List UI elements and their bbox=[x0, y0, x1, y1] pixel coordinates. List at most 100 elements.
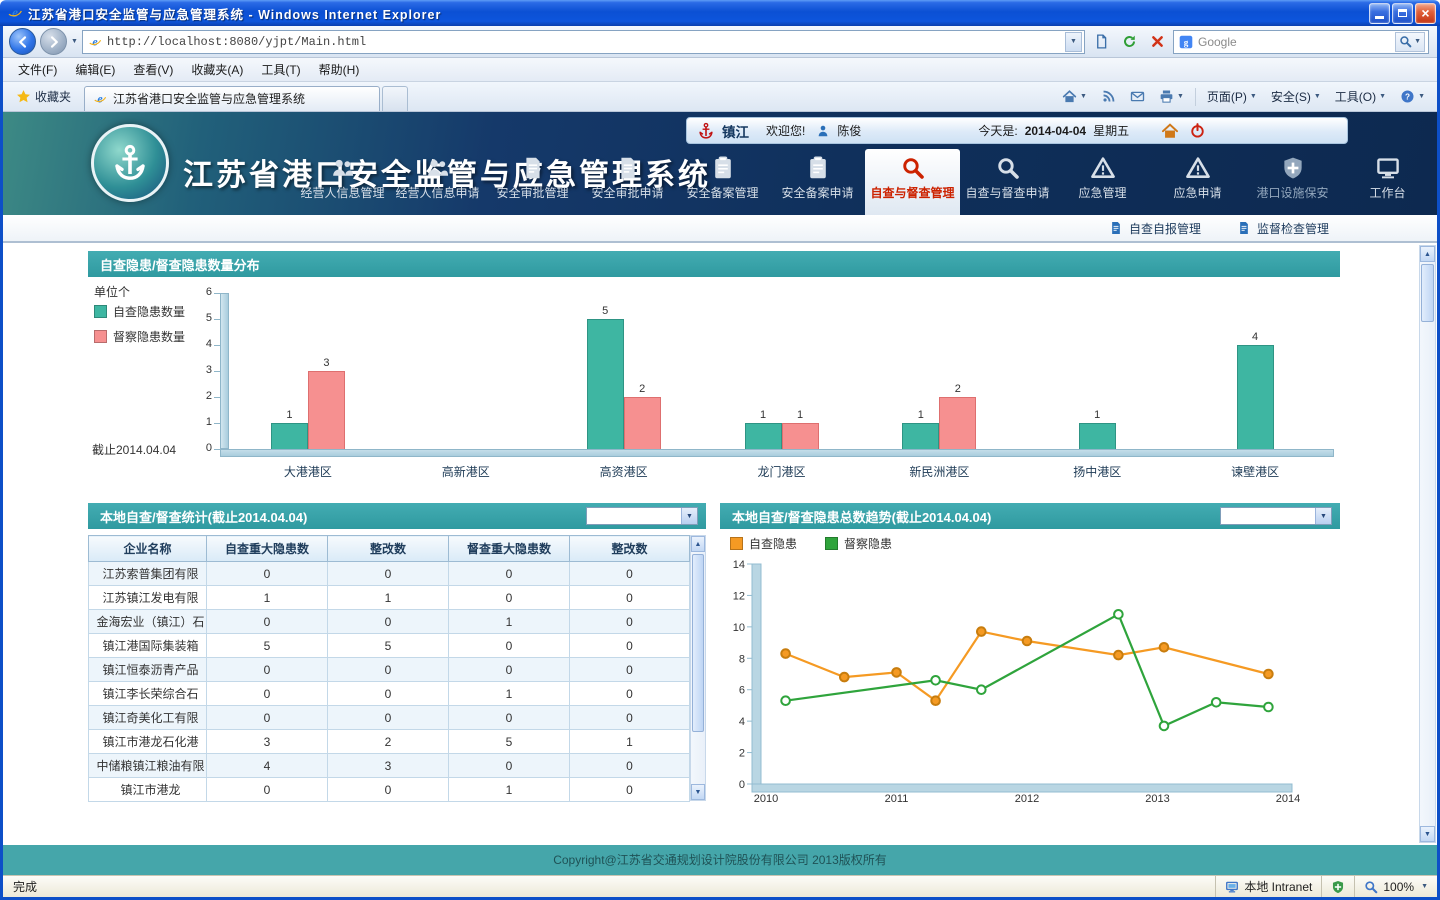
nav-item[interactable]: 应急申请 bbox=[1150, 149, 1245, 215]
address-input[interactable]: e http://localhost:8080/yjpt/Main.html ▼ bbox=[82, 30, 1085, 54]
back-button[interactable] bbox=[9, 28, 36, 55]
table-row[interactable]: 镇江市港龙石化港3251 bbox=[89, 730, 690, 754]
nav-item[interactable]: 工作台 bbox=[1340, 149, 1435, 215]
zoom-control[interactable]: 100% ▼ bbox=[1354, 876, 1437, 897]
print-button[interactable]: ▼ bbox=[1153, 86, 1190, 107]
subnav-item[interactable]: 监督检查管理 bbox=[1237, 220, 1329, 237]
table-row[interactable]: 金海宏业（镇江）石0010 bbox=[89, 610, 690, 634]
stop-button[interactable] bbox=[1145, 30, 1169, 54]
nav-item[interactable]: 港口设施保安 bbox=[1245, 149, 1340, 215]
data-point bbox=[931, 676, 940, 685]
clipboard-icon bbox=[711, 156, 735, 180]
search-placeholder: Google bbox=[1198, 35, 1390, 49]
close-button[interactable]: × bbox=[1415, 3, 1436, 24]
scroll-down-arrow-icon[interactable]: ▼ bbox=[1420, 826, 1435, 842]
scroll-up-arrow-icon[interactable]: ▲ bbox=[1420, 246, 1435, 262]
data-point bbox=[1114, 610, 1123, 619]
menu-item[interactable]: 帮助(H) bbox=[310, 58, 369, 81]
nav-item[interactable]: 自查与督查管理 bbox=[865, 149, 960, 215]
doc-icon bbox=[1237, 221, 1251, 235]
table-scrollbar-track[interactable] bbox=[691, 552, 705, 784]
address-bar: ▼ e http://localhost:8080/yjpt/Main.html… bbox=[3, 26, 1437, 58]
table-row[interactable]: 镇江恒泰沥青产品0000 bbox=[89, 658, 690, 682]
menu-item[interactable]: 文件(F) bbox=[9, 58, 66, 81]
search-go-button[interactable]: ▼ bbox=[1395, 32, 1425, 52]
menu-item[interactable]: 查看(V) bbox=[124, 58, 182, 81]
bar-category-row: 大港港区高新港区高资港区龙门港区新民洲港区扬中港区谏壁港区 bbox=[229, 463, 1334, 480]
search-input[interactable]: g Google ▼ bbox=[1173, 30, 1429, 54]
page-scrollbar[interactable]: ▲ ▼ bbox=[1419, 245, 1436, 843]
page-scrollbar-thumb[interactable] bbox=[1421, 264, 1434, 322]
magnifier-icon bbox=[901, 156, 925, 180]
statistics-filter-select[interactable]: ▼ bbox=[586, 507, 698, 525]
menu-item[interactable]: 工具(T) bbox=[252, 58, 309, 81]
portal-home-button[interactable] bbox=[1160, 121, 1180, 141]
y-axis-label: 3 bbox=[188, 364, 212, 376]
feeds-button[interactable] bbox=[1095, 86, 1122, 107]
nav-item[interactable]: 经营人信息管理 bbox=[295, 149, 390, 215]
page-favicon-icon: e bbox=[88, 35, 102, 49]
security-zone-indicator: 本地 Intranet bbox=[1215, 876, 1321, 897]
scroll-down-arrow-icon[interactable]: ▼ bbox=[691, 784, 705, 800]
page-menu-button[interactable]: 页面(P)▼ bbox=[1201, 85, 1263, 108]
subnav-item-label: 自查自报管理 bbox=[1129, 220, 1201, 237]
bar-group bbox=[387, 293, 545, 449]
history-dropdown[interactable]: ▼ bbox=[71, 38, 78, 45]
x-axis-baseline bbox=[752, 784, 1292, 792]
trend-filter-select[interactable]: ▼ bbox=[1220, 507, 1332, 525]
table-scrollbar-thumb[interactable] bbox=[692, 554, 704, 732]
table-scrollbar[interactable]: ▲ ▼ bbox=[690, 535, 706, 801]
subnav-item[interactable]: 自查自报管理 bbox=[1109, 220, 1201, 237]
table-row[interactable]: 镇江奇美化工有限0000 bbox=[89, 706, 690, 730]
nav-item[interactable]: 经营人信息申请 bbox=[390, 149, 485, 215]
menu-item[interactable]: 编辑(E) bbox=[66, 58, 124, 81]
favorites-button[interactable]: 收藏夹 bbox=[9, 85, 78, 108]
bar-category-label: 扬中港区 bbox=[1018, 463, 1176, 480]
logout-button[interactable] bbox=[1187, 121, 1207, 141]
forward-button[interactable] bbox=[40, 28, 67, 55]
table-row[interactable]: 江苏镇江发电有限1100 bbox=[89, 586, 690, 610]
cutoff-date-label: 截止2014.04.04 bbox=[92, 441, 176, 458]
maximize-button[interactable] bbox=[1392, 3, 1413, 24]
table-row[interactable]: 镇江港国际集装箱5500 bbox=[89, 634, 690, 658]
tools-menu-button[interactable]: 工具(O)▼ bbox=[1329, 85, 1392, 108]
bar: 2 bbox=[939, 397, 976, 449]
nav-item[interactable]: 自查与督查申请 bbox=[960, 149, 1055, 215]
bar-y-axis: 6543210 bbox=[188, 277, 214, 489]
help-button[interactable]: ?▼ bbox=[1394, 86, 1431, 107]
data-point bbox=[977, 627, 986, 636]
company-name-cell: 镇江恒泰沥青产品 bbox=[89, 658, 207, 682]
page-scrollbar-track[interactable] bbox=[1420, 262, 1435, 826]
compatibility-view-button[interactable] bbox=[1089, 30, 1113, 54]
new-tab-button[interactable] bbox=[382, 86, 408, 111]
nav-item[interactable]: 应急管理 bbox=[1055, 149, 1150, 215]
refresh-icon bbox=[1122, 34, 1137, 49]
table-row[interactable]: 江苏索普集团有限0000 bbox=[89, 562, 690, 586]
refresh-button[interactable] bbox=[1117, 30, 1141, 54]
table-row[interactable]: 镇江李长荣综合石0010 bbox=[89, 682, 690, 706]
value-cell: 0 bbox=[328, 706, 449, 730]
nav-item[interactable]: 安全审批申请 bbox=[580, 149, 675, 215]
portal-home-icon bbox=[1161, 122, 1179, 140]
company-name-cell: 镇江港国际集装箱 bbox=[89, 634, 207, 658]
date-label: 今天是: bbox=[978, 122, 1017, 139]
table-row[interactable]: 中储粮镇江粮油有限4300 bbox=[89, 754, 690, 778]
address-dropdown[interactable]: ▼ bbox=[1065, 32, 1082, 52]
read-mail-button[interactable] bbox=[1124, 86, 1151, 107]
table-row[interactable]: 镇江市港龙0010 bbox=[89, 778, 690, 802]
welcome-label: 欢迎您! bbox=[766, 122, 805, 139]
nav-item[interactable]: 安全备案申请 bbox=[770, 149, 865, 215]
scroll-up-arrow-icon[interactable]: ▲ bbox=[691, 536, 705, 552]
menu-item[interactable]: 收藏夹(A) bbox=[182, 58, 252, 81]
nav-item[interactable]: 安全审批管理 bbox=[485, 149, 580, 215]
value-cell: 0 bbox=[570, 562, 690, 586]
trend-panel: 本地自查/督查隐患总数趋势(截止2014.04.04) ▼ 自查隐患 督察隐患 … bbox=[720, 503, 1340, 809]
legend-item: 督察隐患数量 bbox=[94, 328, 185, 345]
minimize-button[interactable] bbox=[1369, 3, 1390, 24]
nav-item[interactable]: 安全备案管理 bbox=[675, 149, 770, 215]
safety-menu-button[interactable]: 安全(S)▼ bbox=[1265, 85, 1327, 108]
bar: 1 bbox=[902, 423, 939, 449]
tab-active[interactable]: e 江苏省港口安全监管与应急管理系统 bbox=[84, 86, 380, 111]
chevron-down-icon: ▼ bbox=[681, 508, 697, 524]
home-button[interactable]: ▼ bbox=[1056, 86, 1093, 107]
